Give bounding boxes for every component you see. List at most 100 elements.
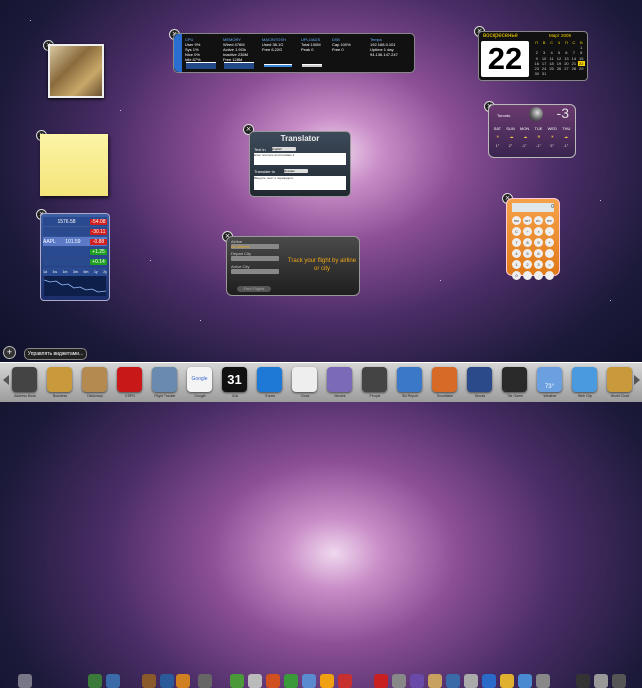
widget-bar-tile[interactable]: 31: [222, 367, 247, 392]
widget-bar-tile[interactable]: Google: [187, 367, 212, 392]
widget-thumb[interactable]: [248, 674, 262, 688]
widget-thumb[interactable]: [106, 674, 120, 688]
calculator-key[interactable]: 2: [523, 260, 532, 269]
widget-bar-tile[interactable]: [82, 367, 107, 392]
calculator-key[interactable]: C: [512, 227, 521, 236]
calculator-key[interactable]: .: [534, 271, 543, 280]
widget-thumb[interactable]: [500, 674, 514, 688]
widget-bar-tile[interactable]: [327, 367, 352, 392]
widget-thumb[interactable]: [410, 674, 424, 688]
close-widget-bar-button[interactable]: +: [3, 346, 16, 359]
widget-thumb[interactable]: [284, 674, 298, 688]
calculator-key[interactable]: -: [545, 227, 554, 236]
widget-bar-tile[interactable]: [257, 367, 282, 392]
widget-thumb[interactable]: [230, 674, 244, 688]
widget-thumb[interactable]: [18, 674, 32, 688]
widget-bar-tile-label: Dictionary: [87, 394, 103, 398]
stocks-widget[interactable]: 1576.58 -54.08 -30.11 AAPL 101.59 -0.88 +1.…: [40, 213, 110, 301]
calculator-key[interactable]: 3: [534, 260, 543, 269]
istat-widget[interactable]: CPU User 9% Sys 1% Nice 0% Idle 87% MEMORY…: [173, 33, 415, 73]
calculator-key[interactable]: [523, 271, 532, 280]
calculator-key[interactable]: ÷: [523, 227, 532, 236]
calculator-key[interactable]: 1: [512, 260, 521, 269]
calculator-key[interactable]: [545, 271, 554, 280]
widget-thumb[interactable]: [374, 674, 388, 688]
calculator-key[interactable]: 8: [523, 238, 532, 247]
calculator-key[interactable]: 5: [523, 249, 532, 258]
calendar-date[interactable]: 25: [548, 66, 555, 71]
widget-bar-tile[interactable]: [572, 367, 597, 392]
calendar-date[interactable]: 30: [533, 71, 540, 76]
calculator-key[interactable]: 9: [534, 238, 543, 247]
weather-widget[interactable]: Toronto -3 SAT SUN MON TUE WED THU ☀ ☁ ☁ ❄ ☀ ☁ …: [488, 104, 576, 158]
widget-thumb[interactable]: [198, 674, 212, 688]
calculator-key[interactable]: m-: [534, 216, 543, 225]
find-flights-button[interactable]: Find Flights: [237, 286, 271, 292]
widget-thumb[interactable]: [612, 674, 626, 688]
photo-widget[interactable]: [48, 44, 104, 98]
widget-bar-tile[interactable]: [117, 367, 142, 392]
calculator-keypad[interactable]: mc m+ m-mr C ÷ × - 7 8 9 +4 5 6 1 2 3 = 0.: [512, 216, 554, 280]
widget-thumb[interactable]: [446, 674, 460, 688]
widget-bar-tile[interactable]: [47, 367, 72, 392]
calendar-date[interactable]: 29: [578, 66, 585, 71]
widget-thumb[interactable]: [338, 674, 352, 688]
widget-thumb[interactable]: [428, 674, 442, 688]
widget-bar-tile[interactable]: [467, 367, 492, 392]
calculator-key[interactable]: 7: [512, 238, 521, 247]
translator-widget[interactable]: Translator Text in English Enter text he…: [249, 131, 351, 197]
calculator-key[interactable]: =: [545, 260, 554, 269]
calculator-key[interactable]: 0: [512, 271, 521, 280]
to-language-select[interactable]: Russian: [284, 169, 308, 173]
arrive-city-field[interactable]: [231, 269, 279, 274]
widget-bar-tile[interactable]: 73°: [537, 367, 562, 392]
widget-thumb[interactable]: [176, 674, 190, 688]
widget-thumb[interactable]: [88, 674, 102, 688]
widget-bar-tile[interactable]: [362, 367, 387, 392]
widget-bar-tile[interactable]: [607, 367, 632, 392]
widget-thumb[interactable]: [302, 674, 316, 688]
calendar-date[interactable]: 31: [540, 71, 547, 76]
widget-bar-tile[interactable]: [12, 367, 37, 392]
calculator-key[interactable]: mr: [545, 216, 554, 225]
scroll-left-arrow[interactable]: [3, 375, 9, 385]
source-text[interactable]: Enter text here and translate it: [254, 153, 346, 165]
widget-thumb[interactable]: [576, 674, 590, 688]
from-language-select[interactable]: English: [272, 147, 296, 151]
calculator-key[interactable]: ×: [534, 227, 543, 236]
airline-select[interactable]: All Airlines: [231, 244, 279, 249]
calculator-display: 0: [512, 203, 554, 212]
calculator-key[interactable]: [545, 249, 554, 258]
widget-thumb[interactable]: [320, 674, 334, 688]
widget-thumb[interactable]: [392, 674, 406, 688]
stickies-widget[interactable]: [40, 134, 108, 196]
scroll-right-arrow[interactable]: [634, 375, 640, 385]
widget-thumb[interactable]: [482, 674, 496, 688]
widget-bar-tile[interactable]: [432, 367, 457, 392]
widget-thumb[interactable]: [142, 674, 156, 688]
calendar-date[interactable]: 28: [570, 66, 577, 71]
calculator-key[interactable]: 6: [534, 249, 543, 258]
widget-bar-tile[interactable]: [292, 367, 317, 392]
widget-bar-tile[interactable]: [397, 367, 422, 392]
widget-thumb[interactable]: [464, 674, 478, 688]
widget-bar-tile[interactable]: [152, 367, 177, 392]
widget-thumb[interactable]: [536, 674, 550, 688]
calculator-key[interactable]: mc: [512, 216, 521, 225]
trash-icon[interactable]: [594, 674, 608, 688]
flight-tracker-widget[interactable]: Airline All Airlines Depart City Arrive …: [226, 236, 360, 296]
calculator-key[interactable]: 4: [512, 249, 521, 258]
manage-widgets-button[interactable]: Управлять виджетами...: [24, 348, 87, 360]
calculator-widget[interactable]: 0 mc m+ m-mr C ÷ × - 7 8 9 +4 5 6 1 2 3 = 0.: [506, 198, 560, 280]
widget-thumb[interactable]: [266, 674, 280, 688]
calculator-key[interactable]: +: [545, 238, 554, 247]
calendar-widget[interactable]: воскресенье 22 Март 2009 ПВСЧПСВ12345678…: [478, 31, 588, 81]
calendar-month: Март 2009: [548, 33, 572, 38]
widget-thumb[interactable]: [518, 674, 532, 688]
calendar-date[interactable]: 26: [555, 66, 562, 71]
calculator-key[interactable]: m+: [523, 216, 532, 225]
depart-city-field[interactable]: [231, 256, 279, 261]
calendar-date[interactable]: 27: [563, 66, 570, 71]
widget-thumb[interactable]: [160, 674, 174, 688]
widget-bar-tile[interactable]: [502, 367, 527, 392]
